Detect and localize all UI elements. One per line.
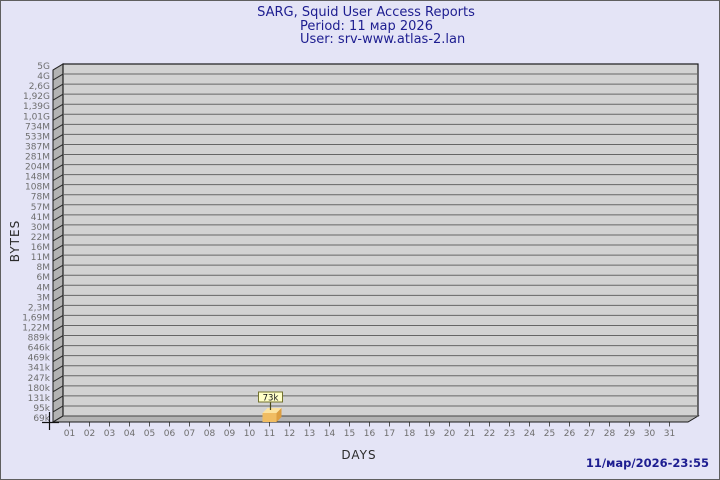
y-tick-label: 95k	[33, 404, 50, 414]
y-tick-label: 204M	[25, 163, 50, 173]
report-generated-timestamp: 11/мар/2026-23:55	[585, 456, 709, 470]
x-tick-label: 02	[84, 429, 95, 439]
x-tick-label: 14	[324, 429, 336, 439]
x-axis-title: DAYS	[341, 448, 377, 462]
bytes-per-day-chart: 5G4G2,6G1,92G1,39G1,01G734M533M387M281M2…	[22, 62, 700, 439]
x-tick-label: 20	[444, 429, 456, 439]
x-tick-label: 19	[424, 429, 436, 439]
x-tick-label: 05	[144, 429, 155, 439]
x-tick-label: 03	[104, 429, 115, 439]
y-tick-label: 131k	[28, 394, 51, 404]
x-tick-label: 25	[544, 429, 555, 439]
y-tick-label: 1,92G	[23, 92, 50, 102]
x-tick-label: 07	[184, 429, 195, 439]
y-tick-label: 30M	[31, 223, 50, 233]
x-tick-label: 26	[564, 429, 576, 439]
y-tick-label: 148M	[25, 173, 50, 183]
y-tick-label: 4M	[37, 283, 51, 293]
x-tick-label: 04	[124, 429, 136, 439]
x-tick-label: 30	[644, 429, 656, 439]
y-tick-label: 2,6G	[29, 82, 50, 92]
x-tick-label: 09	[224, 429, 236, 439]
x-tick-label: 16	[364, 429, 376, 439]
x-tick-label: 22	[484, 429, 495, 439]
x-tick-label: 23	[504, 429, 515, 439]
y-tick-label: 8M	[37, 263, 51, 273]
chart-floor	[51, 415, 700, 423]
sarg-report-page: SARG, Squid User Access Reports Period: …	[0, 0, 720, 480]
bar-day-11	[262, 413, 277, 422]
y-tick-label: 533M	[25, 132, 50, 142]
y-tick-label: 41M	[31, 213, 50, 223]
y-tick-label: 78M	[31, 193, 50, 203]
y-tick-label: 1,22M	[22, 323, 50, 333]
y-tick-label: 247k	[28, 374, 51, 384]
x-tick-label: 10	[244, 429, 256, 439]
y-tick-label: 734M	[25, 122, 50, 132]
y-tick-label: 11M	[31, 253, 50, 263]
y-tick-label: 4G	[37, 72, 50, 82]
x-tick-label: 15	[344, 429, 355, 439]
x-tick-label: 27	[584, 429, 595, 439]
chart-plot-face	[62, 63, 699, 417]
x-tick-label: 12	[284, 429, 295, 439]
x-tick-label: 21	[464, 429, 475, 439]
y-tick-label: 889k	[28, 334, 51, 344]
x-tick-label: 28	[604, 429, 616, 439]
y-tick-label: 180k	[28, 384, 51, 394]
x-tick-label: 06	[164, 429, 176, 439]
x-tick-label: 13	[304, 429, 315, 439]
y-tick-label: 387M	[25, 142, 50, 152]
y-tick-label: 57M	[31, 203, 50, 213]
x-tick-label: 29	[624, 429, 636, 439]
y-tick-label: 3M	[37, 293, 51, 303]
bar-value-annotation: 73k	[263, 394, 279, 404]
y-tick-label: 1,69M	[22, 313, 50, 323]
x-tick-label: 31	[664, 429, 675, 439]
y-tick-label: 16M	[31, 243, 50, 253]
x-tick-label: 01	[64, 429, 75, 439]
y-tick-label: 646k	[28, 344, 51, 354]
y-tick-label: 2,3M	[28, 303, 50, 313]
x-tick-label: 24	[524, 429, 536, 439]
x-tick-label: 18	[404, 429, 416, 439]
y-tick-label: 1,39G	[23, 102, 50, 112]
y-tick-label: 281M	[25, 153, 50, 163]
y-tick-label: 108M	[25, 183, 50, 193]
y-tick-label: 6M	[37, 273, 51, 283]
y-axis-title: BYTES	[8, 219, 22, 263]
x-tick-label: 17	[384, 429, 395, 439]
x-tick-label: 08	[204, 429, 216, 439]
y-tick-label: 22M	[31, 233, 50, 243]
x-tick-label: 11	[264, 429, 275, 439]
y-tick-label: 469k	[28, 354, 51, 364]
y-tick-label: 341k	[28, 364, 51, 374]
y-tick-label: 1,01G	[23, 112, 50, 122]
y-tick-label: 5G	[37, 62, 50, 72]
